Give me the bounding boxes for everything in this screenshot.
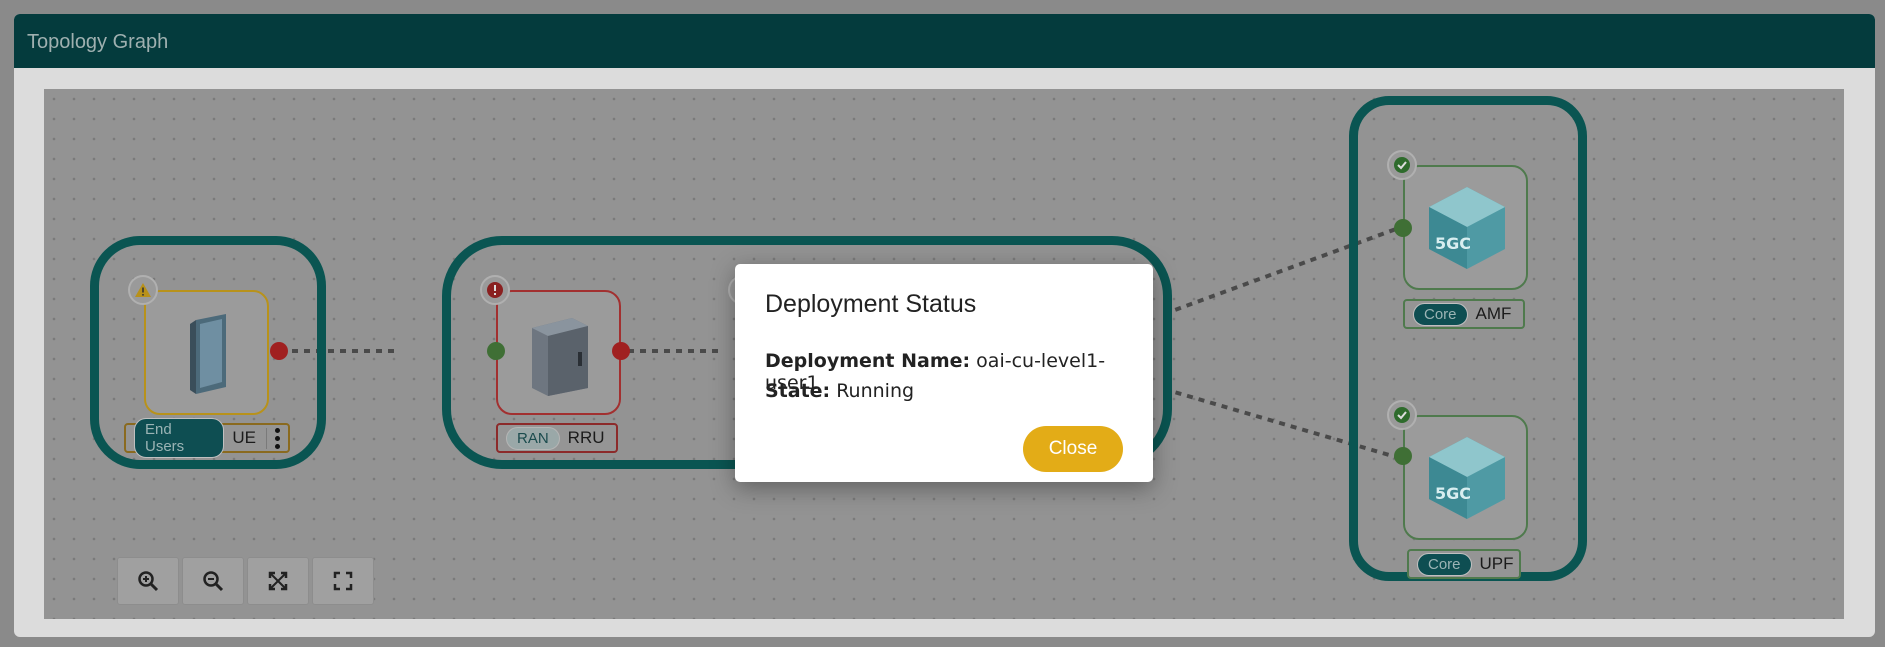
port-ue-out[interactable] [270, 342, 288, 360]
check-status-icon [1387, 400, 1417, 430]
node-name-amf: AMF [1475, 304, 1512, 323]
panel-header: Topology Graph [14, 14, 1875, 68]
zoom-in-icon [138, 571, 159, 592]
modal-title: Deployment Status [765, 290, 977, 318]
fit-view-button[interactable] [247, 557, 309, 605]
node-name-rru: RRU [567, 428, 605, 447]
state-value: Running [836, 380, 915, 402]
port-rru-out[interactable] [612, 342, 630, 360]
fullscreen-button[interactable] [312, 557, 374, 605]
deployment-status-modal: Deployment Status Deployment Name: oai-c… [735, 264, 1153, 482]
check-status-icon [1387, 150, 1417, 180]
port-rru-in[interactable] [487, 342, 505, 360]
rru-device-icon [532, 318, 588, 396]
close-button[interactable]: Close [1023, 426, 1123, 472]
5gc-cube-icon: 5GC [1429, 437, 1505, 519]
deployment-name-label: Deployment Name: [765, 350, 971, 372]
node-name-upf: UPF [1479, 554, 1514, 573]
zoom-in-button[interactable] [117, 557, 179, 605]
node-rru[interactable] [496, 290, 621, 415]
node-ue[interactable] [144, 290, 269, 415]
panel-title: Topology Graph [27, 31, 169, 53]
zoom-out-button[interactable] [182, 557, 244, 605]
port-amf-in[interactable] [1394, 219, 1412, 237]
warning-status-icon [128, 275, 158, 305]
fullscreen-icon [333, 571, 353, 591]
svg-text:5GC: 5GC [1435, 484, 1471, 503]
tag-core-upf: Core [1417, 552, 1472, 576]
tag-end-users: End Users [134, 418, 225, 458]
node-upf[interactable]: 5GC [1403, 415, 1528, 540]
tag-core-amf: Core [1413, 302, 1468, 326]
state-label: State: [765, 380, 831, 402]
label-rru: RAN RRU [496, 423, 618, 453]
node-amf[interactable]: 5GC [1403, 165, 1528, 290]
error-status-icon [480, 275, 510, 305]
label-ue: End Users UE [124, 418, 290, 458]
state-row: State: Running [765, 380, 914, 402]
label-upf: Core UPF [1407, 549, 1521, 579]
port-upf-in[interactable] [1394, 447, 1412, 465]
zoom-out-icon [203, 571, 224, 592]
smartphone-icon [190, 314, 226, 394]
kebab-menu-icon[interactable] [266, 427, 280, 449]
svg-text:5GC: 5GC [1435, 234, 1471, 253]
label-amf: Core AMF [1403, 299, 1525, 329]
node-name-ue: UE [232, 428, 256, 447]
fit-view-icon [268, 571, 288, 591]
tag-ran: RAN [506, 426, 560, 450]
5gc-cube-icon: 5GC [1429, 187, 1505, 269]
